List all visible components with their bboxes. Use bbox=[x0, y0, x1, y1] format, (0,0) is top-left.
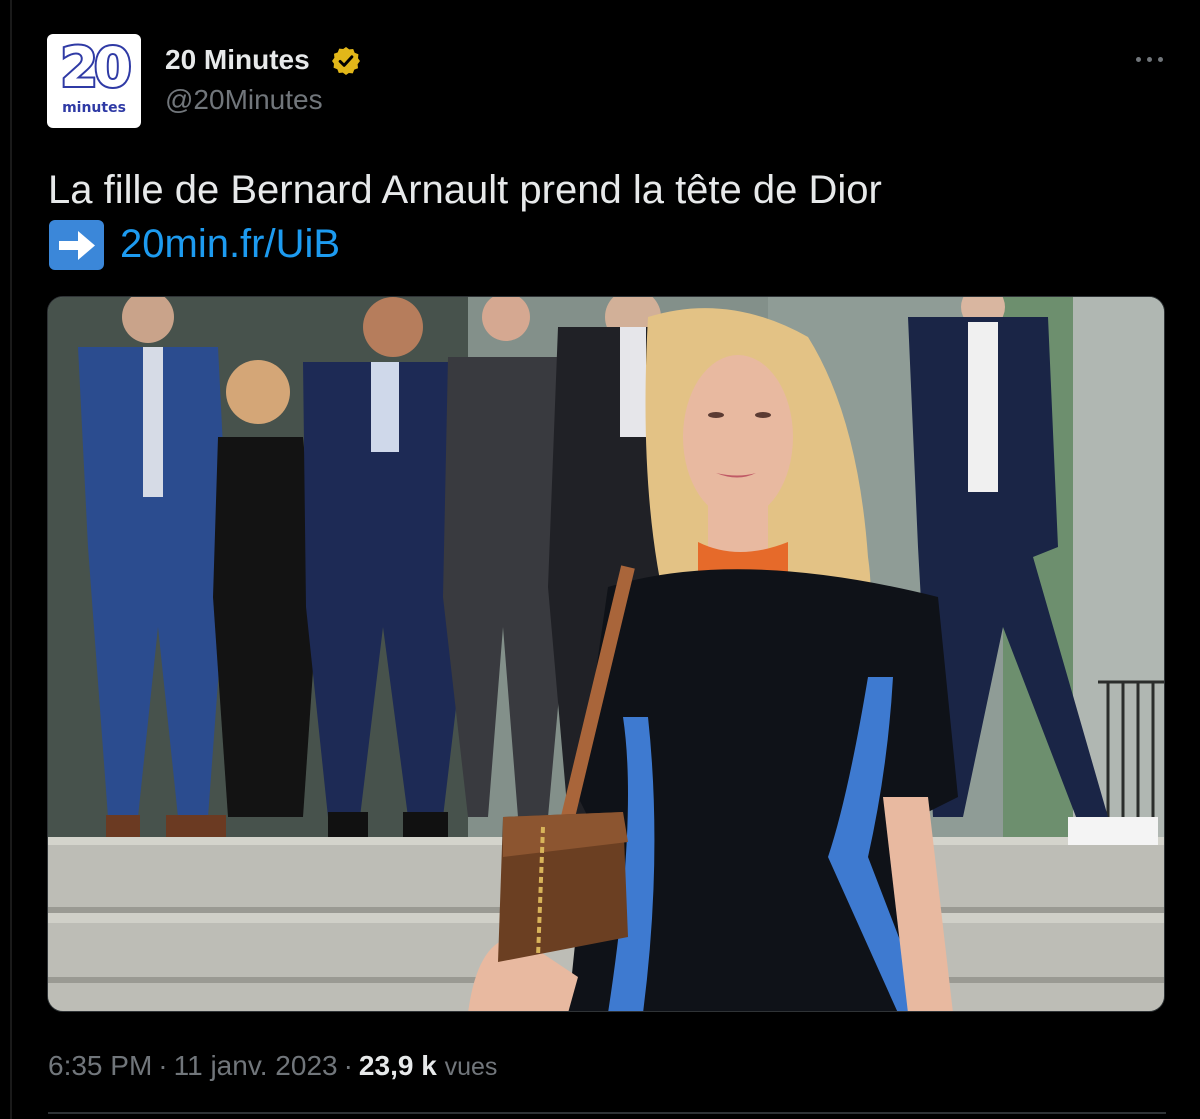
views-label: vues bbox=[444, 1053, 498, 1081]
tweet: 20 minutes 20 Minutes @20Minutes La fill… bbox=[0, 0, 1200, 1119]
photo-illustration bbox=[48, 297, 1164, 1011]
author-handle[interactable]: @20Minutes bbox=[165, 83, 323, 117]
timeline-divider bbox=[10, 0, 12, 1119]
more-options-icon[interactable] bbox=[1132, 44, 1168, 74]
arrow-right-icon bbox=[49, 220, 104, 270]
tweet-text: La fille de Bernard Arnault prend la têt… bbox=[48, 168, 882, 212]
avatar-logo-word: minutes bbox=[62, 100, 126, 116]
views-count: 23,9 k bbox=[358, 1050, 437, 1081]
tweet-link[interactable]: 20min.fr/UiB bbox=[120, 218, 340, 270]
tweet-bottom-divider bbox=[48, 1112, 1166, 1114]
tweet-photo[interactable] bbox=[47, 296, 1165, 1012]
tweet-metadata: 6:35 PM · 11 janv. 2023 · 23,9 k vues bbox=[48, 1046, 497, 1087]
author-display-name[interactable]: 20 Minutes bbox=[165, 42, 310, 78]
avatar-logo-number-outline: 20 bbox=[58, 36, 133, 100]
tweet-time[interactable]: 6:35 PM bbox=[48, 1050, 152, 1081]
separator: · bbox=[343, 1050, 353, 1081]
verified-badge-icon bbox=[332, 47, 360, 75]
avatar[interactable]: 20 minutes bbox=[47, 34, 141, 128]
separator: · bbox=[158, 1050, 168, 1081]
tweet-date[interactable]: 11 janv. 2023 bbox=[174, 1050, 338, 1081]
